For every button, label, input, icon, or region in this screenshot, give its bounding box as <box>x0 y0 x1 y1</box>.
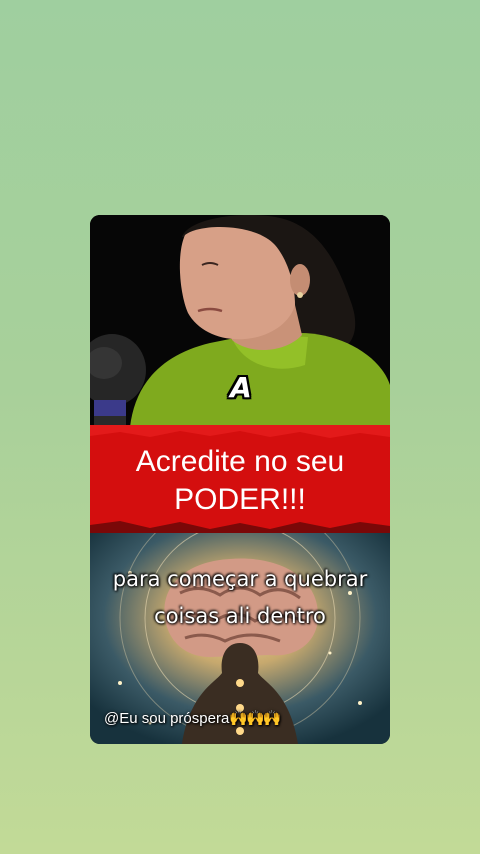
overlay-text-line-1: para começar a quebrar <box>112 567 368 591</box>
creator-handle-text: @Eu sou próspera <box>104 710 230 727</box>
overlay-text-line-2: coisas ali dentro <box>154 604 326 628</box>
raised-hands-icon: 🙌🙌🙌 <box>229 710 281 727</box>
video-card[interactable]: A Acredite no seu PODER!!! para começar … <box>90 215 390 744</box>
creator-handle: @Eu sou próspera🙌🙌🙌 <box>104 709 281 727</box>
title-banner: Acredite no seu PODER!!! <box>90 425 390 537</box>
banner-line-1: Acredite no seu <box>135 445 345 478</box>
banner-headline: Acredite no seu PODER!!! <box>90 443 390 519</box>
banner-line-2: PODER!!! <box>174 483 306 516</box>
video-frame-speaker: A <box>90 215 390 427</box>
subtitle-caption: A <box>230 371 252 404</box>
